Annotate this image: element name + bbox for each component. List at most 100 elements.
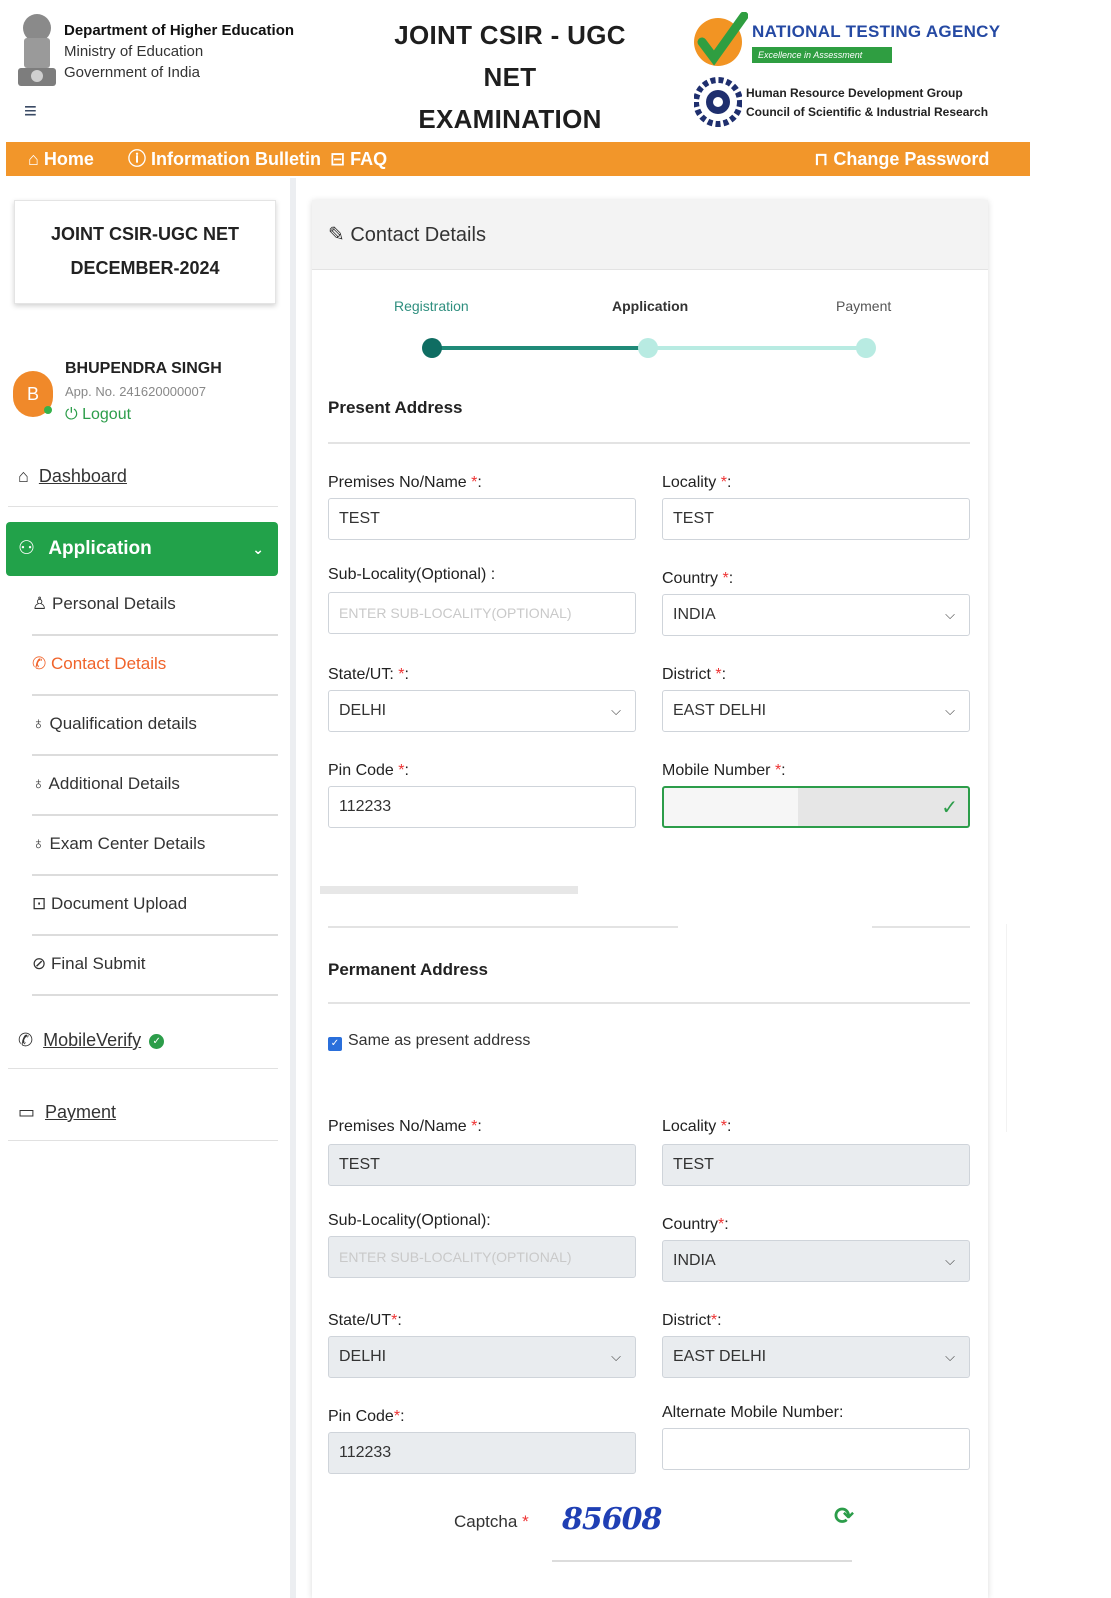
sidebar-item-dashboard[interactable]: ⌂ Dashboard: [18, 466, 127, 487]
sidebar-item-exam-center-details[interactable]: ♁ Exam Center Details: [32, 834, 205, 854]
locality-input[interactable]: TEST: [662, 498, 970, 540]
divider: [8, 506, 278, 507]
nta-logo-icon: [694, 12, 748, 66]
mobile-input[interactable]: ✓: [662, 786, 970, 828]
page-edge-patch: [1006, 924, 1048, 1132]
divider: [328, 1002, 970, 1004]
application-number: App. No. 241620000007: [65, 384, 206, 399]
department-text: Department of Higher Education Ministry …: [64, 20, 294, 83]
site-header: Department of Higher Education Ministry …: [0, 0, 1030, 140]
sidebar-item-document-upload[interactable]: ⊡ Document Upload: [32, 894, 187, 914]
exam-center-details-label: Exam Center Details: [49, 834, 206, 853]
divider: [328, 926, 970, 928]
captcha-input-underline[interactable]: [552, 1560, 852, 1562]
sublocality-input[interactable]: ENTER SUB-LOCALITY(OPTIONAL): [328, 592, 636, 634]
refresh-captcha-icon[interactable]: ⟳: [834, 1502, 854, 1531]
pincode-label: Pin Code *:: [328, 762, 409, 779]
same-as-present-checkbox[interactable]: ✓ Same as present address: [328, 1032, 530, 1051]
home-icon: ⌂: [18, 466, 29, 486]
chevron-down-icon: ⌵: [611, 703, 621, 718]
nav-change-password-label: Change Password: [833, 149, 990, 169]
redacted-bar: [320, 886, 578, 894]
exam-card-title: JOINT CSIR-UGC NET: [50, 224, 239, 244]
valid-check-icon: ✓: [941, 797, 958, 819]
alt-mobile-input[interactable]: [662, 1428, 970, 1470]
perm-district-select[interactable]: EAST DELHI ⌵: [662, 1336, 970, 1378]
nta-name: NATIONAL TESTING AGENCY: [752, 22, 1001, 41]
perm-state-select[interactable]: DELHI ⌵: [328, 1336, 636, 1378]
divider: [32, 754, 278, 756]
contact-details-label: Contact Details: [50, 654, 167, 673]
pincode-input[interactable]: 112233: [328, 786, 636, 828]
perm-sublocality-label: Sub-Locality(Optional):: [328, 1212, 491, 1229]
divider: [328, 442, 970, 444]
perm-country-select[interactable]: INDIA ⌵: [662, 1240, 970, 1282]
payment-label: Payment: [45, 1102, 117, 1122]
chevron-down-icon: ⌵: [945, 1253, 955, 1268]
perm-pincode-input[interactable]: 112233: [328, 1432, 636, 1474]
state-select[interactable]: DELHI ⌵: [328, 690, 636, 732]
sidebar-item-application[interactable]: ⚇ Application ⌄: [6, 522, 278, 576]
top-navbar: ⌂ Home ⓘ Information Bulletin ⊟ FAQ ⊓ Ch…: [6, 142, 1030, 176]
mobile-verify-label: MobileVerify: [43, 1030, 142, 1050]
nav-faq[interactable]: ⊟ FAQ: [330, 142, 387, 176]
nav-change-password[interactable]: ⊓ Change Password: [814, 142, 989, 176]
perm-premises-input[interactable]: TEST: [328, 1144, 636, 1186]
dept-ministry: Ministry of Education: [64, 43, 204, 60]
divider: [8, 1068, 278, 1069]
locality-label: Locality *:: [662, 474, 732, 491]
sidebar-item-qualification-details[interactable]: ♁ Qualification details: [32, 714, 197, 734]
verified-check-icon: ✓: [149, 1034, 165, 1049]
step-registration: Registration: [394, 298, 469, 314]
step-dot-application: [638, 338, 658, 358]
country-select[interactable]: INDIA ⌵: [662, 594, 970, 636]
sidebar-item-final-submit[interactable]: ⊘ Final Submit: [32, 954, 145, 974]
divider: [32, 874, 278, 876]
divider: [32, 934, 278, 936]
step-dot-registration: [422, 338, 442, 358]
person-icon: ♙: [32, 594, 48, 613]
perm-premises-label: Premises No/Name *:: [328, 1118, 482, 1135]
nav-info-label: Information Bulletin: [151, 149, 322, 169]
bulb-icon: ♁: [32, 714, 45, 733]
district-select[interactable]: EAST DELHI ⌵: [662, 690, 970, 732]
user-name: BHUPENDRA SINGH: [65, 360, 222, 377]
exam-title-line1: JOINT CSIR - UGC NET: [394, 20, 626, 92]
check-circle-icon: ⊘: [32, 954, 47, 973]
step-application: Application: [612, 298, 689, 314]
nav-info-bulletin[interactable]: ⓘ Information Bulletin: [128, 142, 321, 176]
sidebar-border: [290, 178, 296, 1598]
captcha-image: 85608: [562, 1502, 662, 1537]
perm-pincode-label: Pin Code*:: [328, 1408, 405, 1425]
nav-home[interactable]: ⌂ Home: [28, 142, 94, 176]
phone-icon: ✆: [18, 1030, 34, 1050]
perm-sublocality-input[interactable]: ENTER SUB-LOCALITY(OPTIONAL): [328, 1236, 636, 1278]
chevron-down-icon: ⌵: [945, 607, 955, 622]
dept-title: Department of Higher Education: [64, 22, 295, 39]
nav-home-label: Home: [43, 149, 94, 169]
hrdg-line1: Human Resource Development Group: [746, 86, 963, 100]
csir-logo-icon: [694, 77, 742, 127]
stepper-track-done: [432, 346, 648, 350]
premises-input[interactable]: TEST: [328, 498, 636, 540]
logout-link[interactable]: ⏻ Logout: [65, 406, 131, 424]
captcha-label: Captcha *: [454, 1512, 529, 1531]
sidebar: JOINT CSIR-UGC NET DECEMBER-2024 B BHUPE…: [0, 178, 296, 1598]
menu-icon[interactable]: ≡: [24, 100, 37, 122]
card-title-label: Contact Details: [350, 224, 486, 246]
sidebar-item-payment[interactable]: ▭ Payment: [18, 1102, 116, 1123]
document-upload-label: Document Upload: [50, 894, 188, 913]
sidebar-item-contact-details[interactable]: ✆ Contact Details: [32, 654, 166, 674]
sidebar-item-additional-details[interactable]: ♁ Additional Details: [32, 774, 180, 794]
sidebar-item-personal-details[interactable]: ♙ Personal Details: [32, 594, 176, 614]
hrdg-text: Human Resource Development Group Council…: [746, 84, 988, 122]
dept-government: Government of India: [64, 64, 200, 81]
exam-title: JOINT CSIR - UGC NET EXAMINATION: [380, 14, 640, 140]
contact-details-card: ✎ Contact Details Registration Applicati…: [312, 200, 988, 1598]
info-icon: ⓘ: [128, 149, 146, 169]
sidebar-item-mobile-verify[interactable]: ✆ MobileVerify ✓: [18, 1030, 165, 1051]
perm-state-label: State/UT*:: [328, 1312, 402, 1329]
nav-faq-label: FAQ: [350, 149, 388, 169]
perm-locality-input[interactable]: TEST: [662, 1144, 970, 1186]
perm-locality-label: Locality *:: [662, 1118, 732, 1135]
